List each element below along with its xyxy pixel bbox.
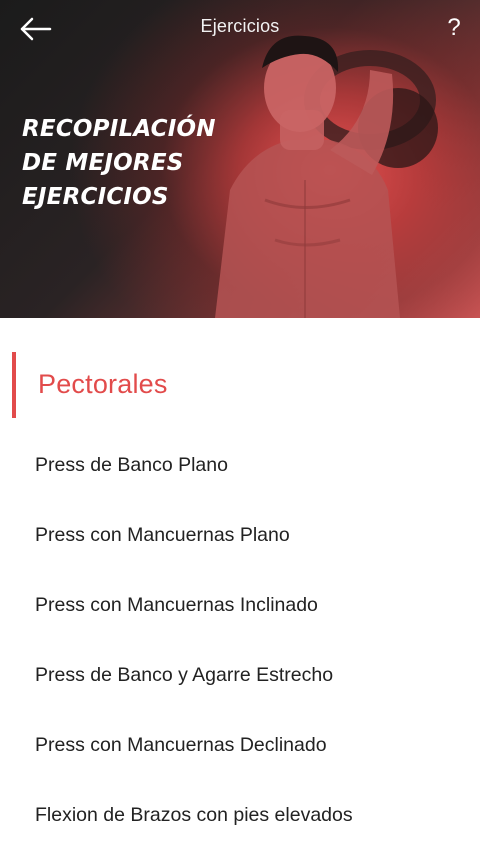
exercise-list: Press de Banco Plano Press con Mancuerna… bbox=[0, 430, 480, 850]
exercise-item[interactable]: Press con Mancuernas Inclinado bbox=[0, 570, 480, 640]
help-button[interactable]: ? bbox=[440, 14, 468, 48]
section-accent-bar bbox=[12, 352, 16, 418]
exercise-item[interactable]: Press con Mancuernas Plano bbox=[0, 500, 480, 570]
exercise-item[interactable]: Flexion de Brazos con pies elevados bbox=[0, 780, 480, 850]
exercise-item[interactable]: Press con Mancuernas Declinado bbox=[0, 710, 480, 780]
hero-heading: RECOPILACIÓN DE MEJORES EJERCICIOS bbox=[22, 112, 242, 214]
section-title: Pectorales bbox=[38, 369, 168, 399]
section-header: Pectorales bbox=[0, 352, 480, 418]
top-bar: Ejercicios ? bbox=[0, 0, 480, 56]
exercise-item[interactable]: Press de Banco Plano bbox=[0, 430, 480, 500]
hero-banner: Ejercicios ? RECOPILACIÓN DE MEJORES EJE… bbox=[0, 0, 480, 318]
page-title: Ejercicios bbox=[200, 16, 280, 36]
hero-heading-line: RECOPILACIÓN bbox=[22, 116, 216, 142]
hero-heading-line: DE MEJORES bbox=[22, 150, 184, 176]
hero-heading-line: EJERCICIOS bbox=[22, 184, 169, 210]
exercise-item[interactable]: Press de Banco y Agarre Estrecho bbox=[0, 640, 480, 710]
